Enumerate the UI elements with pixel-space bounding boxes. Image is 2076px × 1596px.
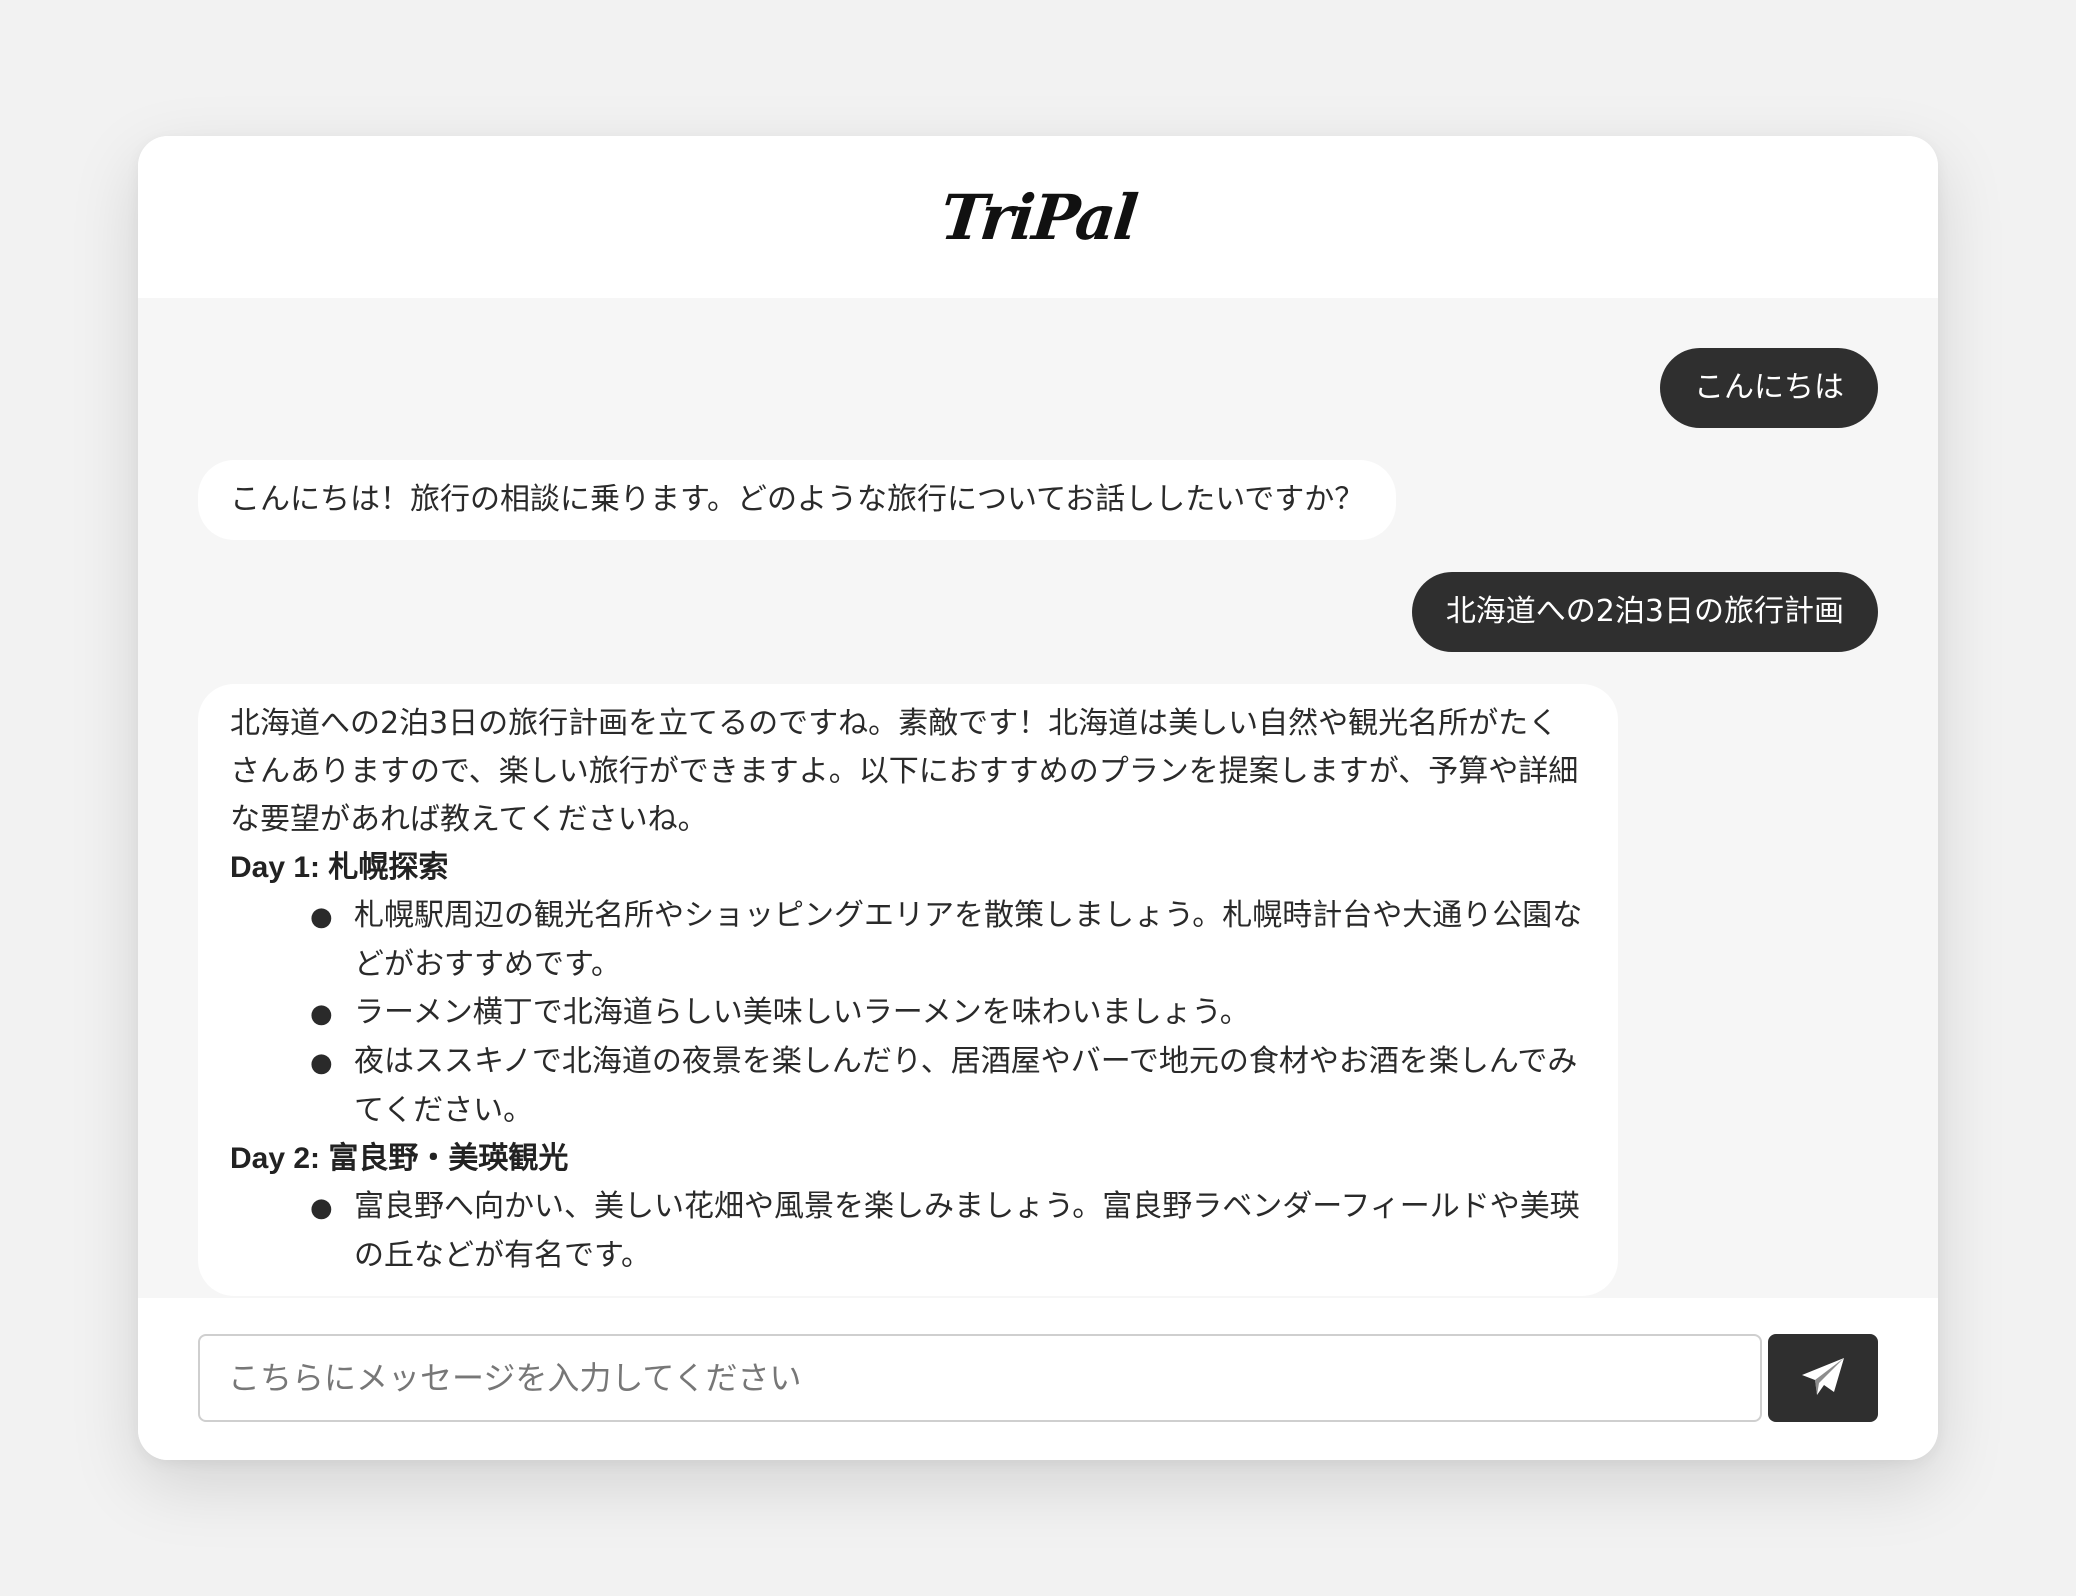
bullet-icon: ● (310, 1193, 333, 1223)
list-item: ● ラーメン横丁で北海道らしい美味しいラーメンを味わいましょう。 (310, 989, 1586, 1038)
user-message: 北海道への2泊3日の旅行計画 (1411, 572, 1878, 652)
message-input[interactable] (198, 1334, 1762, 1422)
message-composer (138, 1298, 1938, 1460)
day-2-list: ● 富良野へ向かい、美しい花畑や風景を楽しみましょう。富良野ラベンダーフィールドや… (230, 1183, 1586, 1280)
chat-window: TriPal こんにちは こんにちは！旅行の相談に乗ります。どのような旅行につい… (138, 136, 1938, 1460)
app-logo: TriPal (936, 180, 1140, 254)
list-item: ● 富良野へ向かい、美しい花畑や風景を楽しみましょう。富良野ラベンダーフィールドや… (310, 1183, 1586, 1280)
assistant-message: こんにちは！旅行の相談に乗ります。どのような旅行についてお話ししたいですか？ (198, 460, 1397, 540)
day-1-list: ● 札幌駅周辺の観光名所やショッピングエリアを散策しましょう。札幌時計台や大通り公… (230, 892, 1586, 1135)
day-2-heading: Day 2: 富良野・美瑛観光 (230, 1142, 569, 1175)
bullet-icon: ● (310, 902, 333, 932)
bullet-icon: ● (310, 999, 333, 1029)
send-button[interactable] (1768, 1334, 1878, 1422)
list-item: ● 夜はススキノで北海道の夜景を楽しんだり、居酒屋やバーで地元の食材やお酒を楽しん… (310, 1038, 1586, 1135)
chat-messages[interactable]: こんにちは こんにちは！旅行の相談に乗ります。どのような旅行についてお話ししたい… (138, 298, 1938, 1298)
list-item: ● 札幌駅周辺の観光名所やショッピングエリアを散策しましょう。札幌時計台や大通り公… (310, 892, 1586, 989)
bullet-icon: ● (310, 1048, 333, 1078)
assistant-message: 北海道への2泊3日の旅行計画を立てるのですね。素敵です！北海道は美しい自然や観光… (198, 684, 1618, 1296)
paper-plane-icon (1800, 1356, 1846, 1401)
user-message: こんにちは (1660, 348, 1878, 428)
assistant-intro-text: 北海道への2泊3日の旅行計画を立てるのですね。素敵です！北海道は美しい自然や観光… (230, 706, 1579, 837)
app-header: TriPal (138, 136, 1938, 298)
day-1-heading: Day 1: 札幌探索 (230, 851, 449, 884)
